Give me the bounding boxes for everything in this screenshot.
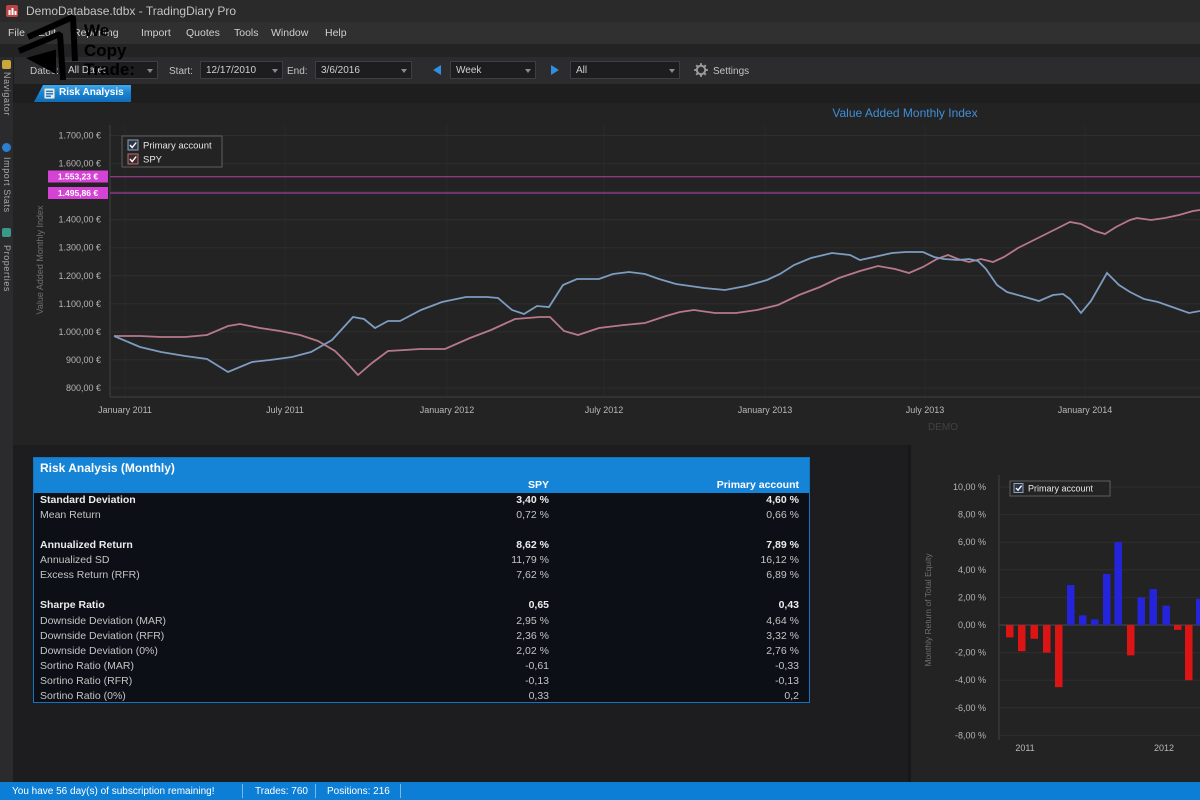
svg-text:0,00 %: 0,00 % <box>958 620 986 630</box>
svg-text:10,00 %: 10,00 % <box>953 482 986 492</box>
svg-text:Primary account: Primary account <box>1028 484 1094 494</box>
svg-text:January 2013: January 2013 <box>738 405 793 415</box>
svg-text:Value Added Monthly Index: Value Added Monthly Index <box>832 106 977 120</box>
svg-text:Value Added Monthly Index: Value Added Monthly Index <box>35 205 45 314</box>
svg-text:Primary account: Primary account <box>143 141 212 152</box>
svg-text:SPY: SPY <box>143 155 163 166</box>
svg-text:-6,00 %: -6,00 % <box>955 703 986 713</box>
svg-text:July 2011: July 2011 <box>266 405 304 415</box>
svg-text:January 2011: January 2011 <box>98 405 152 415</box>
svg-text:-2,00 %: -2,00 % <box>955 648 986 658</box>
svg-text:1.495,86 €: 1.495,86 € <box>58 188 98 198</box>
svg-text:-4,00 %: -4,00 % <box>955 675 986 685</box>
svg-text:-8,00 %: -8,00 % <box>955 730 986 740</box>
svg-text:2011: 2011 <box>1015 743 1034 753</box>
svg-text:1.400,00 €: 1.400,00 € <box>58 215 101 225</box>
svg-text:6,00 %: 6,00 % <box>958 537 986 547</box>
svg-text:800,00 €: 800,00 € <box>66 383 101 393</box>
svg-text:1.000,00 €: 1.000,00 € <box>58 327 101 337</box>
svg-text:1.700,00 €: 1.700,00 € <box>58 131 101 141</box>
svg-text:2,00 %: 2,00 % <box>958 592 986 602</box>
svg-text:July 2012: July 2012 <box>585 405 624 415</box>
svg-text:2012: 2012 <box>1154 743 1174 753</box>
svg-text:DEMO: DEMO <box>928 422 958 433</box>
svg-text:1.300,00 €: 1.300,00 € <box>58 243 101 253</box>
svg-text:January 2012: January 2012 <box>420 405 475 415</box>
svg-text:January 2014: January 2014 <box>1058 405 1113 415</box>
svg-text:8,00 %: 8,00 % <box>958 510 986 520</box>
svg-text:4,00 %: 4,00 % <box>958 565 986 575</box>
svg-text:1.600,00 €: 1.600,00 € <box>58 159 101 169</box>
svg-text:900,00 €: 900,00 € <box>66 355 101 365</box>
svg-text:1.553,23 €: 1.553,23 € <box>58 172 98 182</box>
svg-text:1.200,00 €: 1.200,00 € <box>58 271 101 281</box>
svg-text:1.100,00 €: 1.100,00 € <box>58 299 101 309</box>
svg-text:July 2013: July 2013 <box>906 405 945 415</box>
svg-text:Monthly Return of Total Equity: Monthly Return of Total Equity <box>923 553 933 667</box>
